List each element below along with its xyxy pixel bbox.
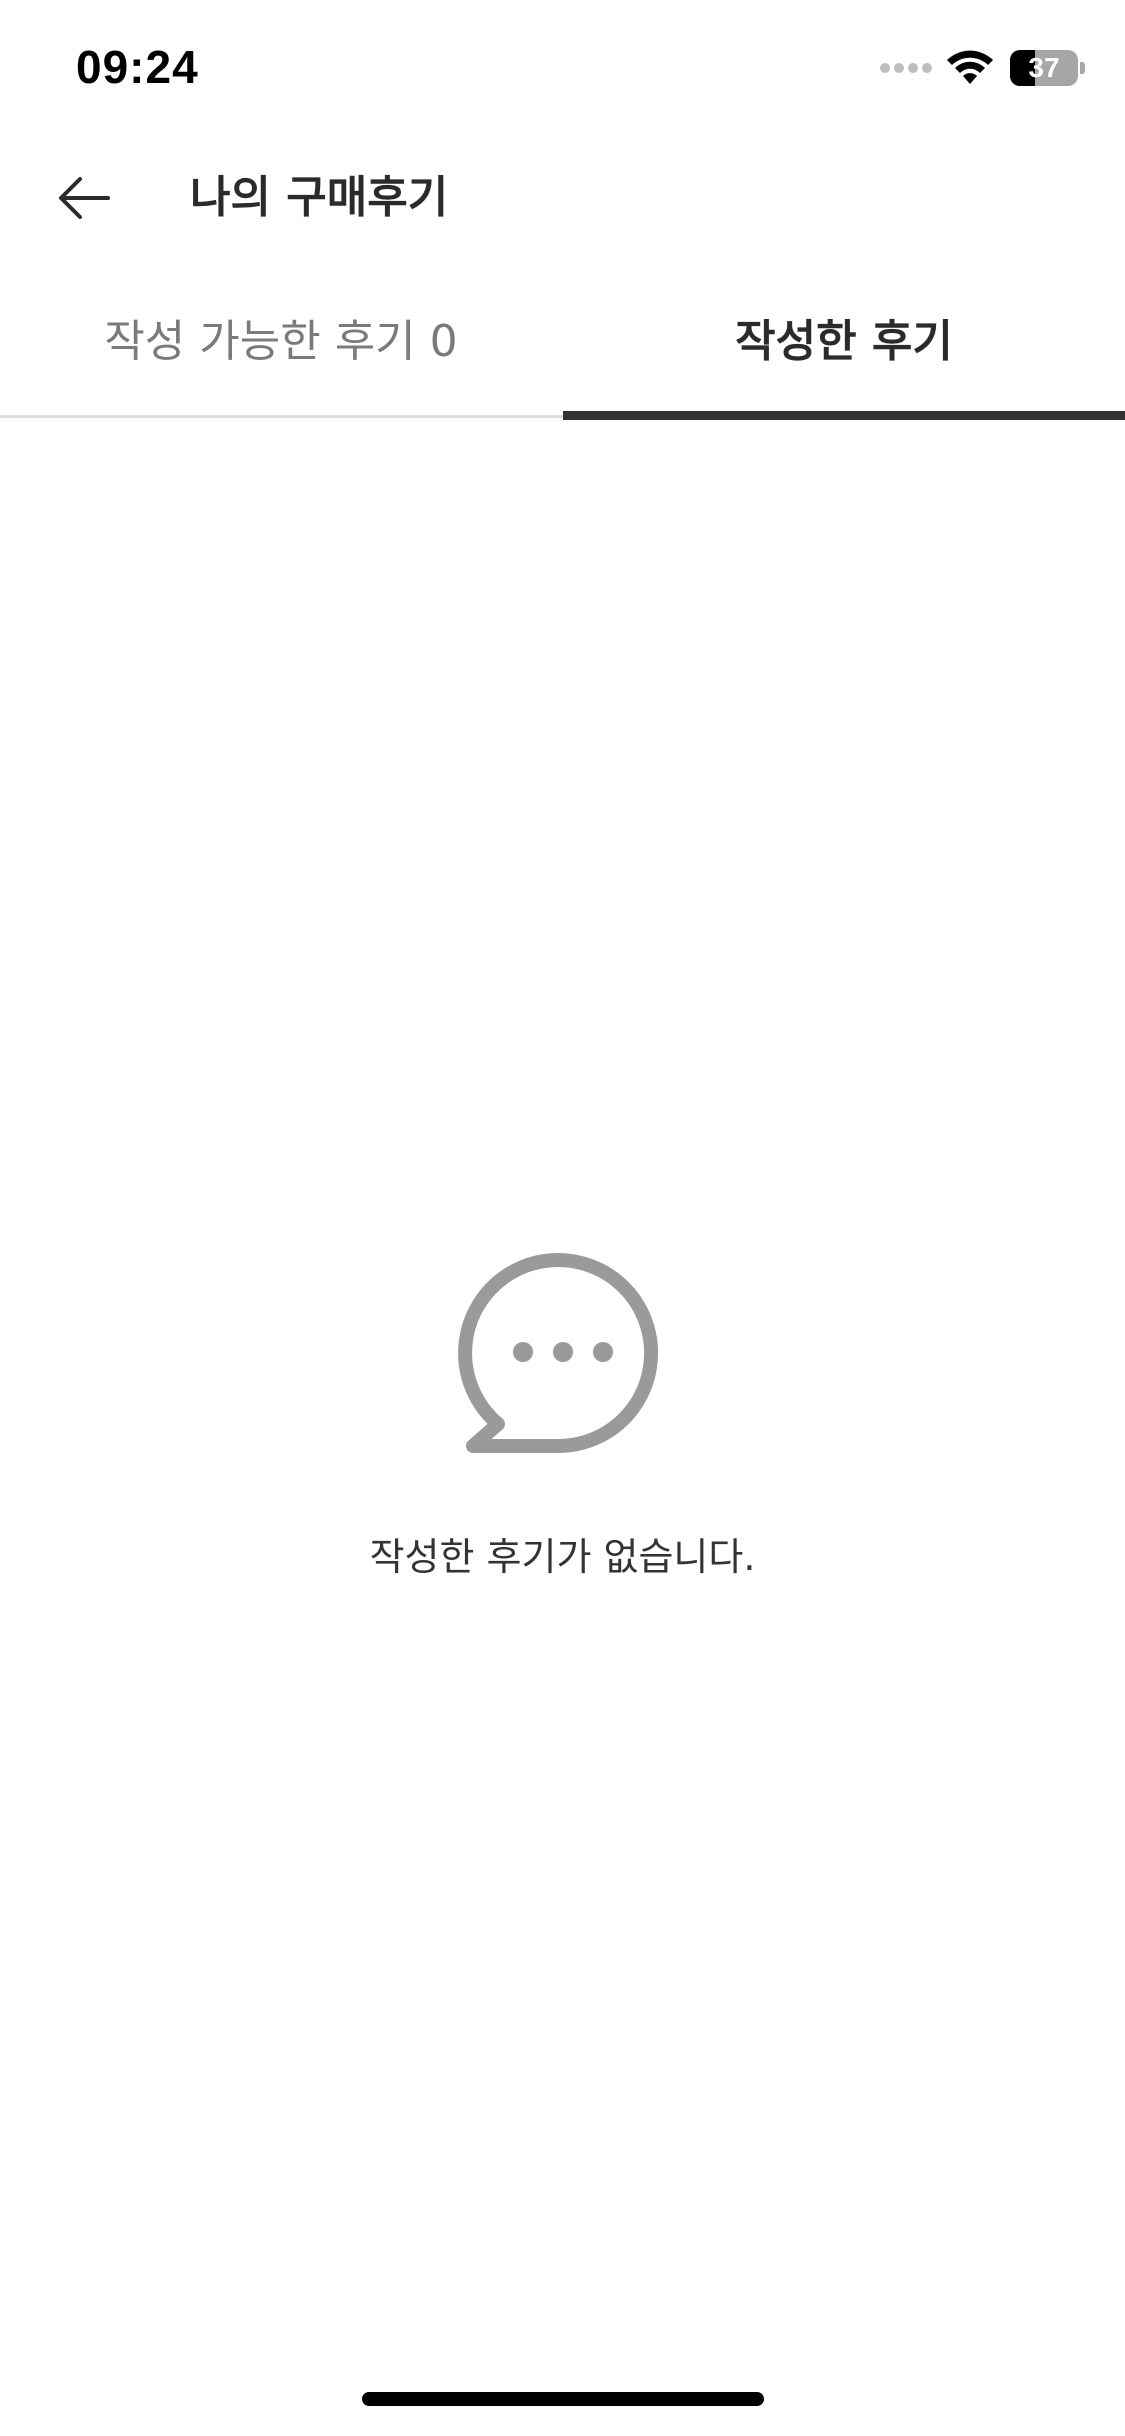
battery-level: 37 (1028, 52, 1060, 83)
header: 나의 구매후기 (0, 132, 1125, 262)
tab-bar: 작성 가능한 후기 0 작성한 후기 (0, 262, 1125, 420)
status-icons: 37 (880, 48, 1085, 88)
back-button[interactable] (54, 168, 114, 228)
cellular-signal-icon (880, 63, 932, 73)
battery-icon: 37 (1010, 50, 1078, 86)
tab-available-reviews[interactable]: 작성 가능한 후기 0 (0, 262, 562, 420)
tab-written-reviews[interactable]: 작성한 후기 (563, 262, 1125, 420)
arrow-left-icon (59, 177, 110, 219)
empty-state-message: 작성한 후기가 없습니다. (369, 1535, 756, 1579)
page-title: 나의 구매후기 (190, 172, 449, 223)
tab-selected-indicator (563, 411, 1125, 420)
speech-bubble-ellipsis-icon (458, 1253, 659, 1454)
status-time: 09:24 (76, 41, 199, 93)
status-bar: 09:24 37 (0, 0, 1125, 132)
battery-cap (1080, 62, 1085, 74)
home-indicator[interactable] (362, 2392, 764, 2406)
wifi-icon (947, 50, 993, 84)
